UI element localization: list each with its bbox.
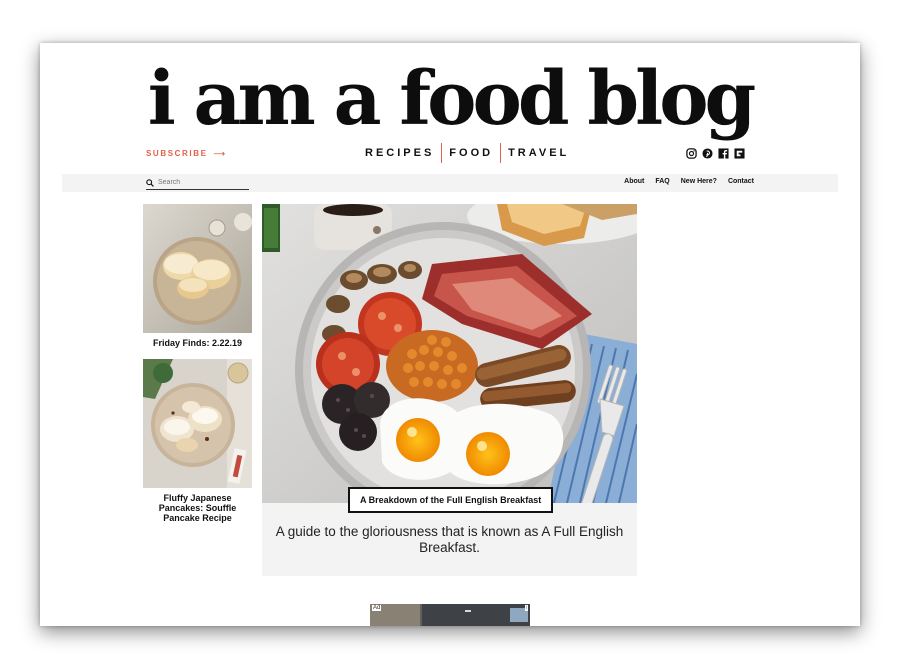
featured-post-title[interactable]: A Breakdown of the Full English Breakfas… xyxy=(348,487,554,513)
ad-image xyxy=(370,604,530,626)
browser-page: i am a food blog SUBSCRIBE ⟶ RECIPES FOOD… xyxy=(40,43,860,626)
utility-links: About FAQ New Here? Contact xyxy=(624,178,754,185)
sidebar-post-card[interactable]: Friday Finds: 2.22.19 xyxy=(143,204,252,348)
link-about[interactable]: About xyxy=(624,178,644,185)
subscribe-label: SUBSCRIBE xyxy=(146,149,208,158)
pinterest-icon[interactable] xyxy=(702,148,713,159)
nav-item-food[interactable]: FOOD xyxy=(442,143,500,163)
subscribe-link[interactable]: SUBSCRIBE ⟶ xyxy=(146,149,225,158)
search-input[interactable] xyxy=(158,179,246,186)
pancakes-post-image[interactable] xyxy=(143,204,252,333)
sidebar-post-card[interactable]: Fluffy Japanese Pancakes: Souffle Pancak… xyxy=(143,359,252,523)
sidebar-post-title[interactable]: Fluffy Japanese Pancakes: Souffle Pancak… xyxy=(143,493,252,523)
main-nav: RECIPES FOOD TRAVEL xyxy=(358,143,576,163)
site-logo[interactable]: i am a food blog xyxy=(40,59,860,139)
link-contact[interactable]: Contact xyxy=(728,178,754,185)
link-new-here[interactable]: New Here? xyxy=(681,178,717,185)
search-box xyxy=(146,176,249,190)
facebook-icon[interactable] xyxy=(718,148,729,159)
utility-bar: About FAQ New Here? Contact xyxy=(62,174,838,192)
search-icon[interactable] xyxy=(146,178,154,187)
featured-post-description: A guide to the gloriousness that is know… xyxy=(275,524,624,555)
souffle-pancake-image[interactable] xyxy=(143,359,252,488)
social-links xyxy=(686,148,745,159)
full-english-breakfast-image[interactable] xyxy=(262,204,637,503)
flipboard-icon[interactable] xyxy=(734,148,745,159)
featured-post[interactable]: A Breakdown of the Full English Breakfas… xyxy=(262,204,637,576)
ad-label: Ad xyxy=(372,605,382,611)
instagram-icon[interactable] xyxy=(686,148,697,159)
ad-info-icon[interactable]: i xyxy=(524,605,528,611)
link-faq[interactable]: FAQ xyxy=(655,178,669,185)
nav-item-recipes[interactable]: RECIPES xyxy=(358,143,441,163)
arrow-right-icon: ⟶ xyxy=(213,149,225,158)
sidebar-post-title[interactable]: Friday Finds: 2.22.19 xyxy=(143,338,252,348)
ad-banner[interactable]: Ad i xyxy=(370,604,530,626)
nav-item-travel[interactable]: TRAVEL xyxy=(501,143,576,163)
